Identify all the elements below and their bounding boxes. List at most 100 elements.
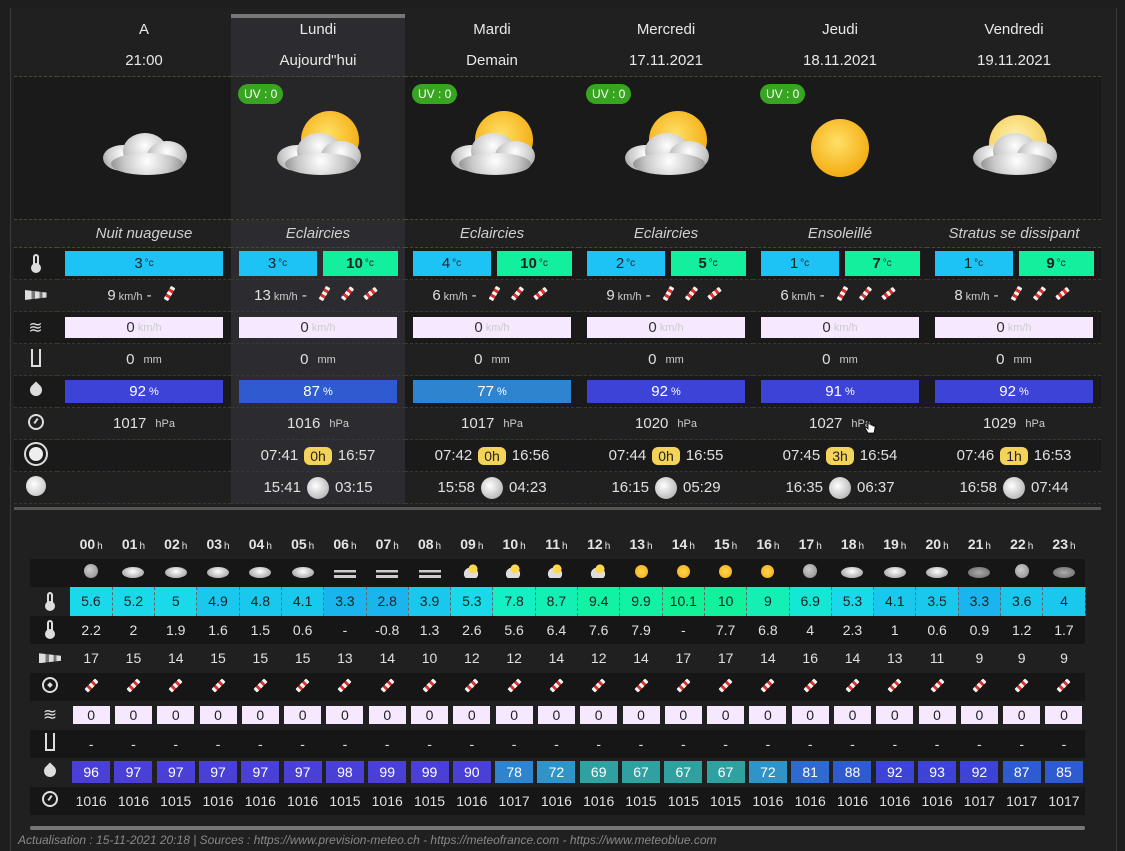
hourly-gust-row-cell: 0 <box>789 701 831 730</box>
hourly-direction-row-cell <box>958 672 1001 701</box>
unit-label: % <box>670 385 681 398</box>
hourly-direction-row-cell <box>408 672 451 701</box>
day-date[interactable]: Demain <box>405 44 579 77</box>
unit-label: mm <box>143 353 162 366</box>
sun-icon <box>676 564 690 578</box>
cloud-icon <box>249 566 272 578</box>
day-date[interactable]: 18.11.2021 <box>753 44 927 77</box>
hourly-gust-row-icon-cell: ≋ <box>30 701 70 730</box>
gust-box: 0 <box>326 706 364 725</box>
day-date[interactable]: 21:00 <box>57 44 231 77</box>
wind-direction-icons <box>313 285 382 305</box>
day-name[interactable]: Vendredi <box>927 14 1101 44</box>
windsock-icon <box>1054 286 1070 301</box>
icon-col-spacer <box>30 530 70 559</box>
hourly-weather-row-cell <box>958 558 1001 587</box>
hourly-humidity-row-cell: 97 <box>155 758 197 787</box>
day-name[interactable]: Mercredi <box>579 14 753 44</box>
hourly-weather-row-cell <box>492 558 536 587</box>
hourly-direction-row-cell <box>281 672 324 701</box>
humidity-box: 90 <box>452 761 491 784</box>
hourly-weather-row-icon-cell <box>30 558 70 587</box>
scrollbar[interactable] <box>30 826 1085 830</box>
hourly-gust-row-cell: 0 <box>958 701 1000 730</box>
day-date[interactable]: 17.11.2021 <box>579 44 753 77</box>
hourly-temp-row-cell: 4 <box>1042 587 1086 616</box>
windsock-icon <box>633 678 649 693</box>
hourly-wind-row-cell: 15 <box>252 650 269 667</box>
wind-speed: 9 km/h - <box>606 287 650 304</box>
hourly-weather-row-cell <box>662 558 705 587</box>
humidity-value: 77 <box>477 383 494 400</box>
temp-min-value: 3 <box>134 255 143 272</box>
hour-label: 01 h <box>112 530 154 559</box>
wind-separator: - <box>297 287 307 304</box>
wind-value: 9 <box>606 287 615 304</box>
gust-row-icon-cell: ≋ <box>14 311 57 344</box>
hourly-humidity-row-cell: 97 <box>281 758 323 787</box>
moon-row-cell <box>57 471 231 504</box>
hourly-weather-row-cell <box>619 558 663 587</box>
windsock-icon <box>507 678 522 693</box>
footer-sources: Actualisation : 15-11-2021 20:18 | Sourc… <box>18 833 717 847</box>
uv-badge: UV : 0 <box>760 84 806 104</box>
hourly-humidity-row-cell: 87 <box>1001 758 1043 787</box>
rain-gauge-icon <box>45 733 55 752</box>
day-name[interactable]: Jeudi <box>753 14 927 44</box>
hourly-weather-row-cell <box>577 558 620 587</box>
day-name[interactable]: Lundi <box>231 14 405 44</box>
windsock-icon <box>1010 285 1023 302</box>
humidity-value: 87 <box>303 383 320 400</box>
windsock-icon <box>210 678 226 693</box>
hourly-weather-row-cell <box>366 558 409 587</box>
gust-box: 0 <box>284 706 322 725</box>
gust-box: 0 <box>960 706 998 725</box>
wind-row-icon-cell <box>14 279 57 312</box>
gust-box: 0 <box>707 706 745 725</box>
temp-unit: °c <box>800 258 810 269</box>
humidity-box: 92 <box>875 761 914 784</box>
hour-value: 21 <box>967 536 984 553</box>
gust-value: 0 <box>996 319 1005 336</box>
hourly-wind-row-cell: 14 <box>760 650 776 667</box>
hour-label: 22 h <box>1001 530 1043 559</box>
hourly-temp-row-cell: 4.1 <box>281 587 325 616</box>
gust-row: ≋ 0 km/h 0 km/h 0 km/h 0 km/h 0 km/h 0 km/h <box>14 311 1101 344</box>
hourly-wind-row-cell: 9 <box>1017 650 1026 667</box>
hourly-wind-row-cell: 17 <box>717 650 734 667</box>
hourly-weather-row-cell <box>1042 558 1086 587</box>
day-date[interactable]: 19.11.2021 <box>927 44 1101 77</box>
hour-value: 00 <box>79 536 96 553</box>
hourly-weather-row-cell <box>196 558 240 587</box>
hourly-wind-row-cell: 16 <box>802 650 818 667</box>
hourly-rain-row-cell: - <box>1000 729 1043 758</box>
temp-min: 3 °c <box>238 251 317 276</box>
hourly-humidity-row-cell: 99 <box>408 758 450 787</box>
gust-box: 0 <box>664 706 702 725</box>
hourly-humidity-row-cell: 81 <box>789 758 831 787</box>
gust-row-cell: 0 km/h <box>579 311 753 344</box>
hourly-rain-row-cell: - <box>619 729 663 758</box>
day-date[interactable]: Aujourd"hui <box>231 44 405 77</box>
hourly-pressure-row-cell: 1016 <box>239 786 282 815</box>
windsock-icon <box>760 678 775 693</box>
day-name[interactable]: A <box>57 14 231 44</box>
pressure-gauge-icon <box>42 791 58 808</box>
hourly-direction-row-cell <box>915 672 959 701</box>
hourly-weather-row-cell <box>1000 558 1043 587</box>
hourly-humidity-row-cell: 67 <box>704 758 746 787</box>
humidity-value: 92 <box>129 383 146 400</box>
hourly-temp-row-cell: 5 <box>154 587 198 616</box>
hourly-temp-row-cell: 5.3 <box>450 587 494 616</box>
hourly-wind-row-cell: 14 <box>379 650 396 667</box>
rain-value: 0 <box>822 351 831 368</box>
sun-icon <box>719 564 733 578</box>
hourly-temp-row-cell: 3.5 <box>915 587 959 616</box>
day-name[interactable]: Mardi <box>405 14 579 44</box>
temp-unit: °c <box>882 258 892 269</box>
hour-label: 05 h <box>281 530 323 559</box>
hourly-direction-row-cell <box>239 672 282 701</box>
moon-row-cell: 16:15 05:29 <box>579 471 753 504</box>
humidity-box: 67 <box>706 761 745 784</box>
gust-box: 0 <box>453 706 491 725</box>
